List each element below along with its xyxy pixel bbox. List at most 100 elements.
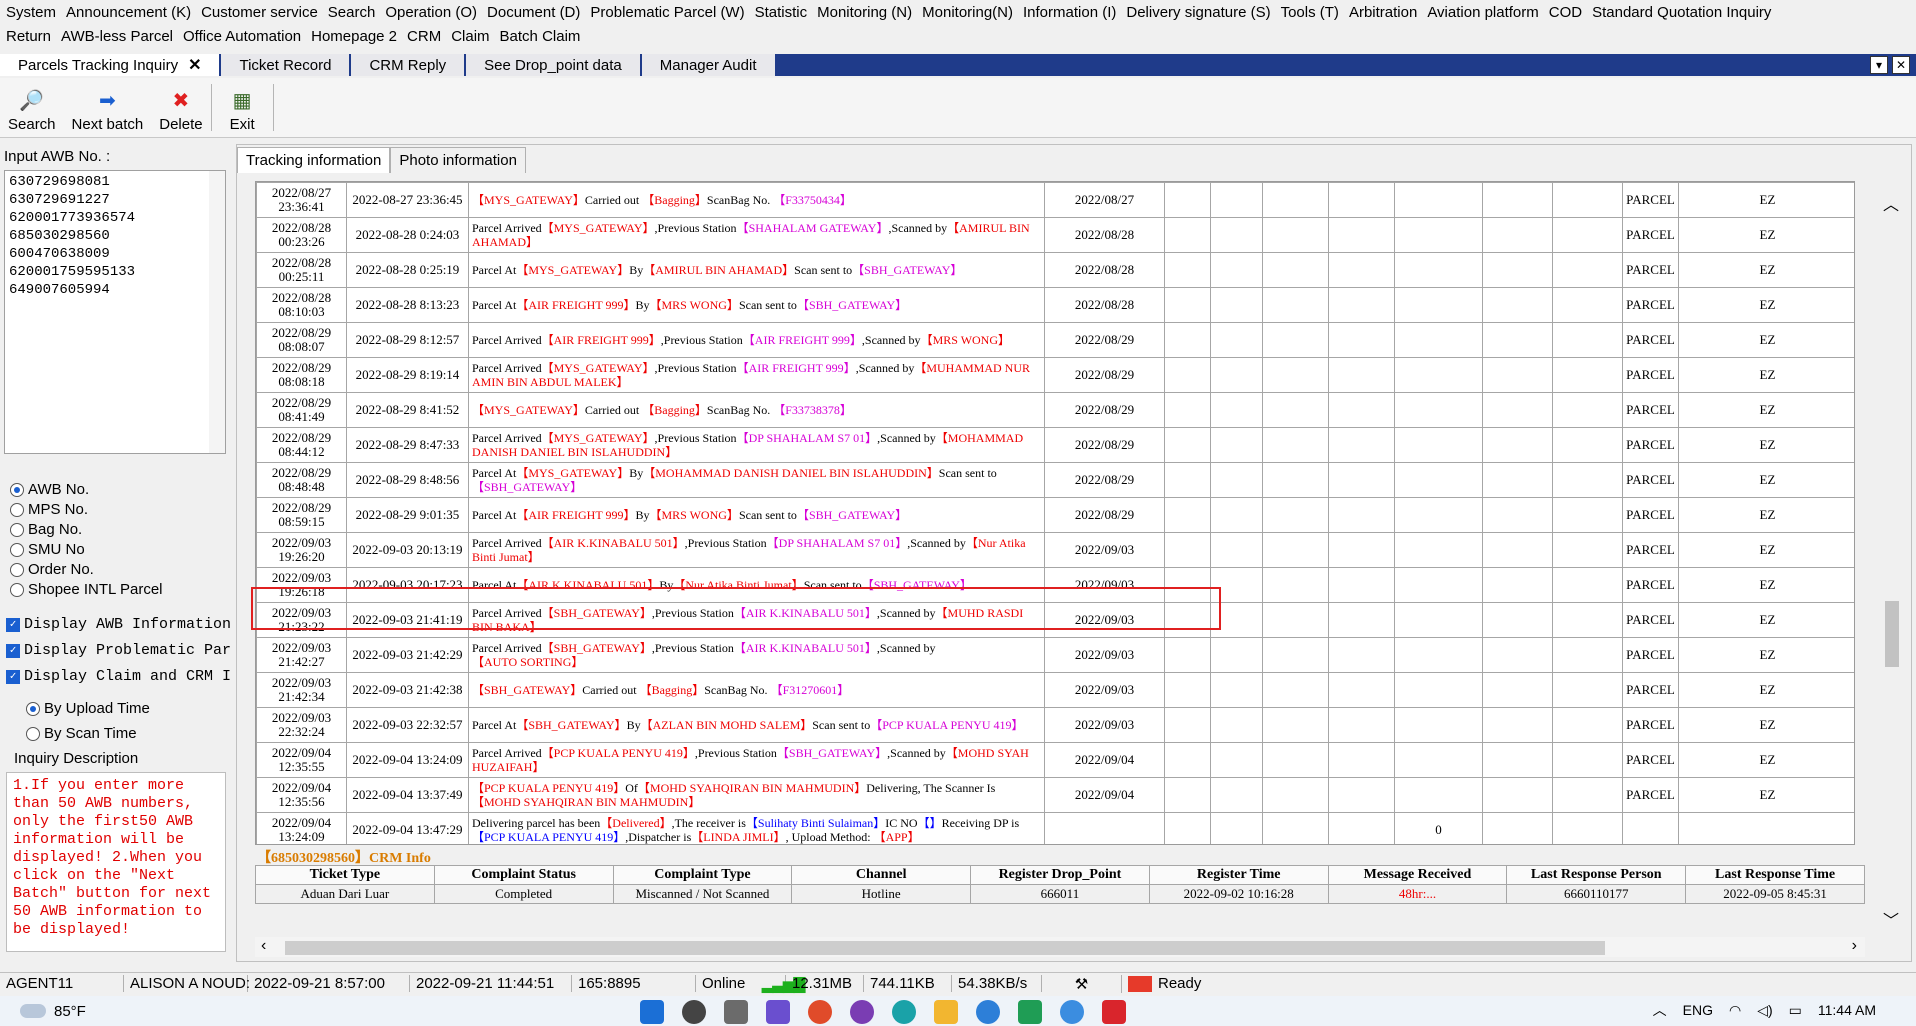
menu-item[interactable]: Homepage 2 [311, 28, 407, 45]
menu-item[interactable]: Announcement (K) [66, 4, 201, 21]
tab-see-drop-point-data[interactable]: See Drop_point data [466, 54, 642, 76]
exit-button[interactable]: ▦ Exit [212, 78, 273, 137]
menu-item[interactable]: Batch Claim [500, 28, 591, 45]
menu-item[interactable]: Standard Quotation Inquiry [1592, 4, 1781, 21]
menu-item[interactable]: Monitoring (N) [817, 4, 922, 21]
radio-icon[interactable] [10, 483, 24, 497]
teams-icon[interactable] [766, 1000, 790, 1024]
scroll-right-icon[interactable]: › [1852, 937, 1857, 955]
table-row[interactable]: 2022/08/29 08:44:12 2022-08-29 8:47:33 Parc… [256, 427, 1854, 463]
menu-item[interactable]: Information (I) [1023, 4, 1126, 21]
clock-time[interactable]: 11:44 AM [1818, 1002, 1876, 1018]
mail-icon[interactable] [1128, 976, 1152, 993]
radio-icon[interactable] [10, 583, 24, 597]
table-row[interactable]: 2022/08/29 08:48:48 2022-08-29 8:48:56 Parc… [256, 462, 1854, 498]
app-icon[interactable] [850, 1000, 874, 1024]
horizontal-scroll-thumb[interactable] [285, 941, 1605, 955]
menu-item[interactable]: System [6, 4, 66, 21]
radio-icon[interactable] [10, 563, 24, 577]
menu-item[interactable]: Tools (T) [1281, 4, 1349, 21]
menu-item[interactable]: Problematic Parcel (W) [590, 4, 754, 21]
search-type-option[interactable]: AWB No. [10, 480, 163, 500]
table-row[interactable]: 2022/09/04 12:35:56 2022-09-04 13:37:49 【PC… [256, 777, 1854, 813]
table-row[interactable]: 2022/09/03 22:32:24 2022-09-03 22:32:57 Par… [256, 707, 1854, 743]
menu-item[interactable]: Search [328, 4, 386, 21]
table-row[interactable]: 2022/08/29 08:59:15 2022-08-29 9:01:35 Parc… [256, 497, 1854, 533]
menu-item[interactable]: Office Automation [183, 28, 311, 45]
tab-photo-information[interactable]: Photo information [390, 147, 526, 173]
display-option-checkbox[interactable]: ✓ Display Problematic Par [6, 638, 232, 664]
jt-app-icon[interactable] [1102, 1000, 1126, 1024]
tab-manager-audit[interactable]: Manager Audit [641, 54, 777, 76]
tab-tracking-information[interactable]: Tracking information [237, 147, 391, 173]
tools-icon[interactable]: ⚒ [1042, 974, 1122, 993]
search-type-option[interactable]: Bag No. [10, 520, 163, 540]
menu-item[interactable]: Monitoring(N) [922, 4, 1023, 21]
table-row[interactable]: 2022/08/27 23:36:41 2022-08-27 23:36:45 【MY… [256, 182, 1854, 218]
table-row[interactable]: 2022/09/04 12:35:55 2022-09-04 13:24:09 Par… [256, 742, 1854, 778]
scroll-left-icon[interactable]: ‹ [261, 937, 266, 955]
menu-item[interactable]: Return [6, 28, 61, 45]
tab-list-dropdown-icon[interactable]: ▾ [1870, 56, 1888, 74]
edge-icon[interactable] [892, 1000, 916, 1024]
tray-chevron-icon[interactable]: ︿ [1653, 1000, 1667, 1020]
wifi-icon[interactable]: ◠ [1729, 1002, 1741, 1019]
table-row[interactable]: 2022/09/03 21:42:34 2022-09-03 21:42:38 【SB… [256, 672, 1854, 708]
table-row[interactable]: 2022/08/29 08:08:07 2022-08-29 8:12:57 Parc… [256, 322, 1854, 358]
display-option-checkbox[interactable]: ✓ Display AWB Information [6, 612, 232, 638]
horizontal-scrollbar[interactable]: ‹ › [255, 937, 1865, 957]
close-all-icon[interactable]: ✕ [1892, 56, 1910, 74]
awb-input-scrollbar[interactable] [209, 171, 225, 453]
search-button[interactable]: 🔎 Search [0, 78, 64, 137]
search-type-option[interactable]: Shopee INTL Parcel [10, 580, 163, 600]
file-explorer-icon[interactable] [934, 1000, 958, 1024]
checkbox-checked-icon[interactable]: ✓ [6, 670, 20, 684]
task-view-icon[interactable] [724, 1000, 748, 1024]
language-indicator[interactable]: ENG [1683, 1002, 1713, 1018]
next-batch-button[interactable]: ➡ Next batch [64, 78, 152, 137]
search-type-option[interactable]: Order No. [10, 560, 163, 580]
checkbox-checked-icon[interactable]: ✓ [6, 618, 20, 632]
menu-item[interactable]: Aviation platform [1427, 4, 1548, 21]
time-order-option[interactable]: By Upload Time [26, 696, 150, 721]
table-row[interactable]: 2022/09/04 13:24:09 2022-09-04 13:47:29 Del… [256, 812, 1854, 844]
close-icon[interactable]: ✕ [188, 55, 201, 75]
radio-icon[interactable] [10, 503, 24, 517]
table-row[interactable]: 2022/08/28 00:23:26 2022-08-28 0:24:03 Parc… [256, 217, 1854, 253]
time-order-option[interactable]: By Scan Time [26, 721, 150, 746]
browser-icon[interactable] [1060, 1000, 1084, 1024]
menu-item[interactable]: Arbitration [1349, 4, 1427, 21]
menu-item[interactable]: Operation (O) [385, 4, 487, 21]
menu-item[interactable]: Delivery signature (S) [1126, 4, 1280, 21]
radio-icon[interactable] [10, 523, 24, 537]
menu-item[interactable]: COD [1549, 4, 1592, 21]
menu-item[interactable]: Claim [451, 28, 499, 45]
battery-icon[interactable]: ▭ [1789, 1002, 1802, 1019]
table-row[interactable]: 2022/08/28 00:25:11 2022-08-28 0:25:19 Parc… [256, 252, 1854, 288]
awb-input-textarea[interactable]: 630729698081 630729691227 620001773936574 6… [4, 170, 226, 454]
volume-icon[interactable]: ◁) [1757, 1002, 1772, 1019]
checkbox-checked-icon[interactable]: ✓ [6, 644, 20, 658]
table-row[interactable]: 2022/08/29 08:41:49 2022-08-29 8:41:52 【MYS… [256, 392, 1854, 428]
messenger-icon[interactable] [976, 1000, 1000, 1024]
menu-item[interactable]: Statistic [755, 4, 818, 21]
table-row[interactable]: 2022/09/03 19:26:20 2022-09-03 20:13:19 Par… [256, 532, 1854, 568]
radio-icon[interactable] [10, 543, 24, 557]
table-row[interactable]: 2022/08/28 08:10:03 2022-08-28 8:13:23 Parc… [256, 287, 1854, 323]
menu-item[interactable]: Document (D) [487, 4, 590, 21]
tab-crm-reply[interactable]: CRM Reply [351, 54, 467, 76]
search-icon[interactable] [682, 1000, 706, 1024]
menu-item[interactable]: Customer service [201, 4, 328, 21]
delete-button[interactable]: ✖ Delete [151, 78, 210, 137]
scroll-thumb[interactable] [1885, 601, 1899, 667]
table-row[interactable]: 2022/09/03 21:42:27 2022-09-03 21:42:29 Par… [256, 637, 1854, 673]
chrome-icon[interactable] [808, 1000, 832, 1024]
radio-icon[interactable] [26, 726, 40, 741]
radio-icon[interactable] [26, 701, 40, 716]
spreadsheet-icon[interactable] [1018, 1000, 1042, 1024]
table-row[interactable]: 2022/08/29 08:08:18 2022-08-29 8:19:14 Parc… [256, 357, 1854, 393]
scroll-up-icon[interactable]: ︿ [1883, 191, 1899, 215]
menu-item[interactable]: CRM [407, 28, 451, 45]
search-type-option[interactable]: SMU No [10, 540, 163, 560]
tab-ticket-record[interactable]: Ticket Record [221, 54, 352, 76]
